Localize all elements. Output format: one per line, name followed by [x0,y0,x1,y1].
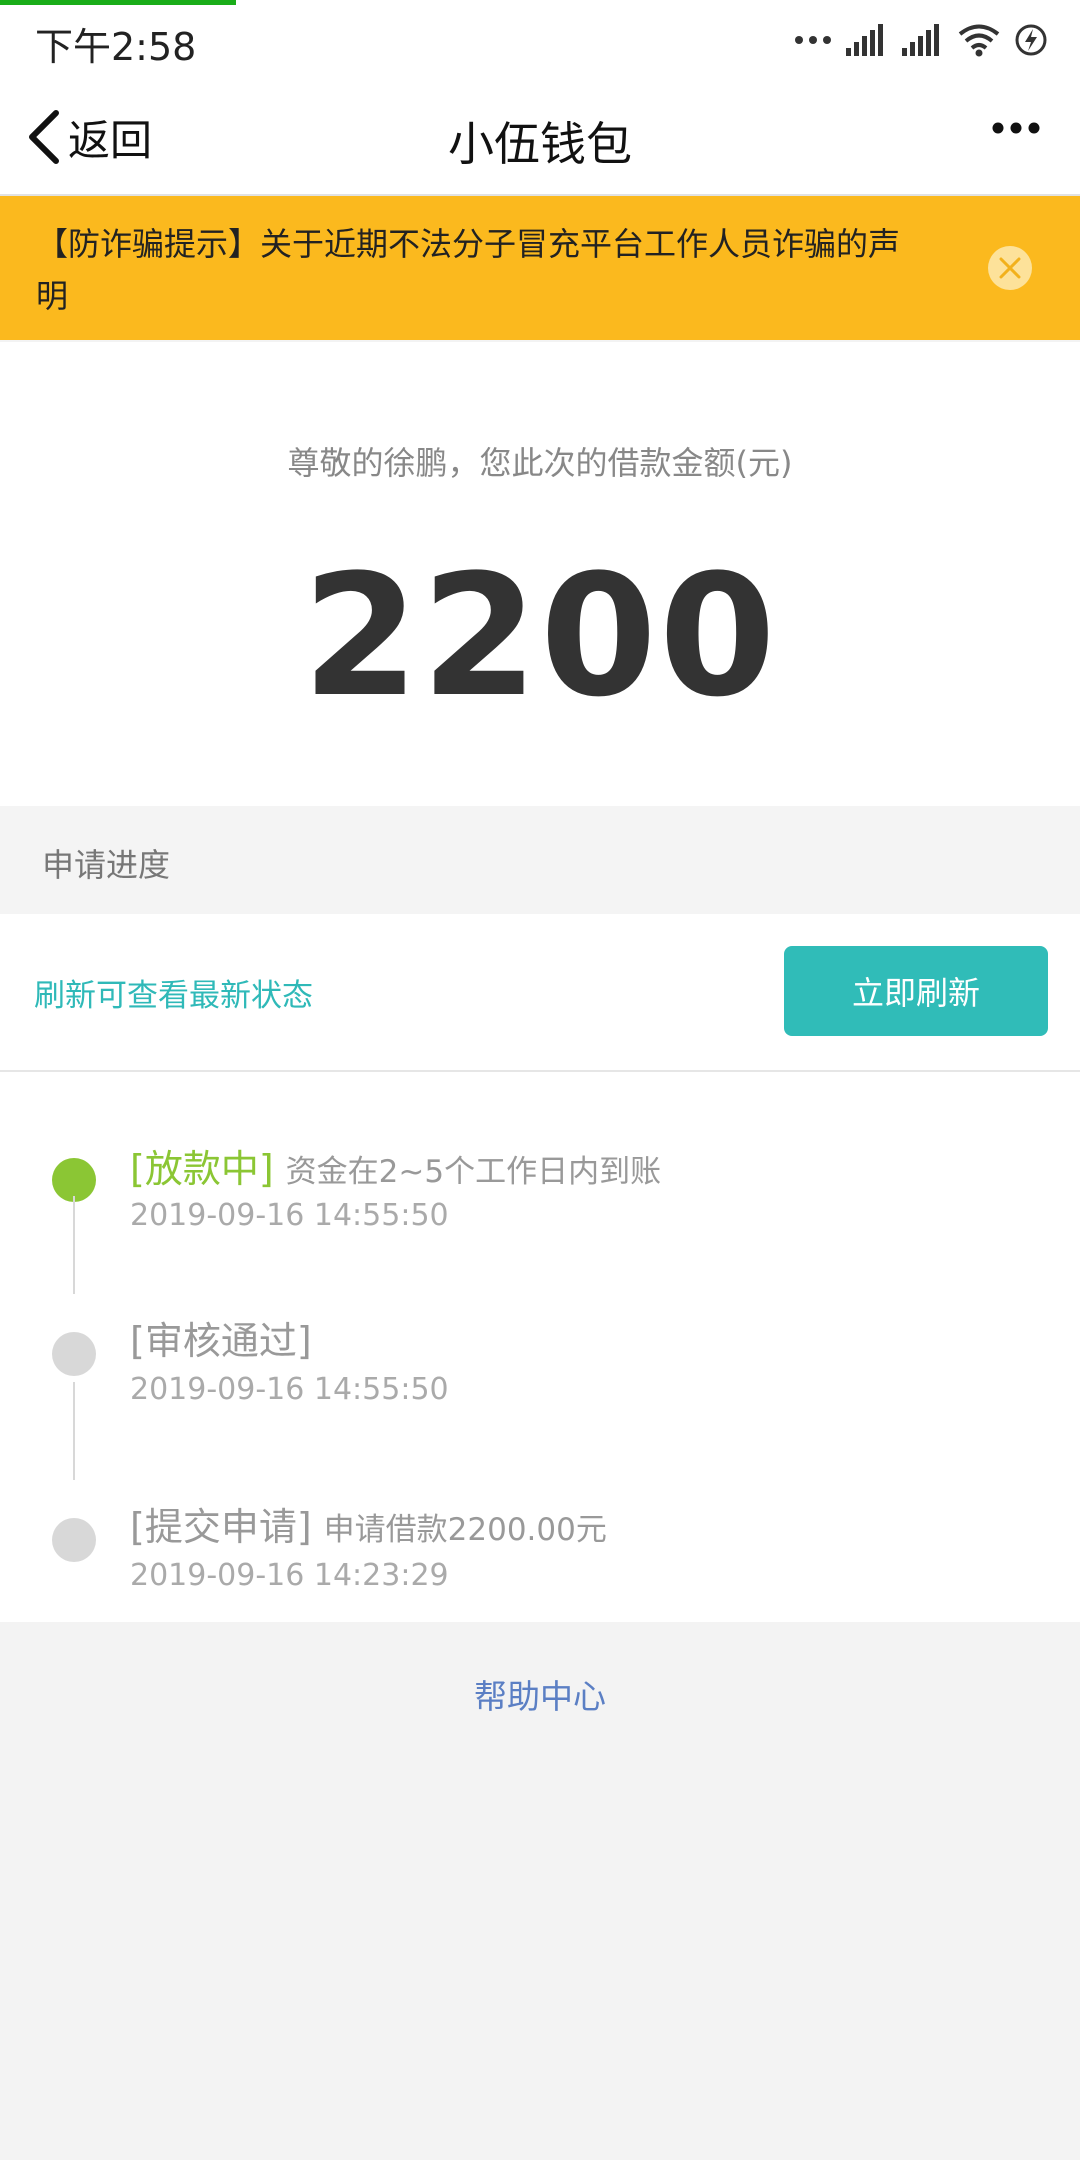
timeline-step-title: [审核通过] [130,1310,312,1365]
timeline-connector [73,1382,75,1480]
page-title: 小伍钱包 [448,117,632,171]
refresh-row: 刷新可查看最新状态 立即刷新 [0,914,1080,1072]
notice-text: 【防诈骗提示】关于近期不法分子冒充平台工作人员诈骗的声明 [36,225,901,315]
step-timestamp: 2019-09-16 14:55:50 [130,1372,449,1407]
timeline-step-title: [放款中] 资金在2~5个工作日内到账 [130,1138,661,1193]
step-status: [审核通过] [130,1319,312,1363]
step-status: [放款中] [130,1147,274,1191]
timeline-dot [52,1518,96,1562]
progress-header-label: 申请进度 [42,846,171,884]
loading-progress-bar [0,0,236,5]
step-timestamp: 2019-09-16 14:55:50 [130,1198,449,1233]
more-menu-button[interactable] [992,120,1040,139]
timeline-connector [73,1196,75,1294]
help-center-link[interactable]: 帮助中心 [0,1670,1080,1718]
more-dots-icon [795,36,831,44]
progress-section-header: 申请进度 [0,806,1080,914]
refresh-hint: 刷新可查看最新状态 [34,978,313,1014]
timeline-step-title: [提交申请] 申请借款2200.00元 [130,1496,607,1551]
notice-close-button[interactable] [988,246,1032,290]
more-icon [992,122,1040,134]
timeline-item: [放款中] 资金在2~5个工作日内到账 2019-09-16 14:55:50 [0,1102,1080,1242]
step-status: [提交申请] [130,1505,312,1549]
loan-greeting: 尊敬的徐鹏，您此次的借款金额(元) [287,444,793,482]
loan-amount-card: 尊敬的徐鹏，您此次的借款金额(元) 2200 [0,342,1080,806]
signal-icon-2 [902,24,939,56]
status-time: 下午2:58 [35,25,197,69]
step-description: 申请借款2200.00元 [323,1512,607,1548]
loan-amount: 2200 [302,538,778,734]
nav-bar: 返回 小伍钱包 [0,80,1080,196]
signal-icon [846,24,883,56]
status-icons [794,18,1048,62]
refresh-button[interactable]: 立即刷新 [784,946,1048,1036]
status-bar: 下午2:58 [0,0,1080,80]
step-description: 资金在2~5个工作日内到账 [285,1154,662,1190]
anti-fraud-notice-banner[interactable]: 【防诈骗提示】关于近期不法分子冒充平台工作人员诈骗的声明 [0,196,1080,340]
battery-charging-icon [1015,24,1047,56]
timeline-dot [52,1332,96,1376]
timeline-item: [提交申请] 申请借款2200.00元 2019-09-16 14:23:29 [0,1476,1080,1616]
progress-timeline: [放款中] 资金在2~5个工作日内到账 2019-09-16 14:55:50 [… [0,1072,1080,1622]
step-timestamp: 2019-09-16 14:23:29 [130,1558,449,1593]
close-icon [999,257,1021,279]
wifi-icon [958,24,1000,57]
timeline-item: [审核通过] 2019-09-16 14:55:50 [0,1290,1080,1430]
